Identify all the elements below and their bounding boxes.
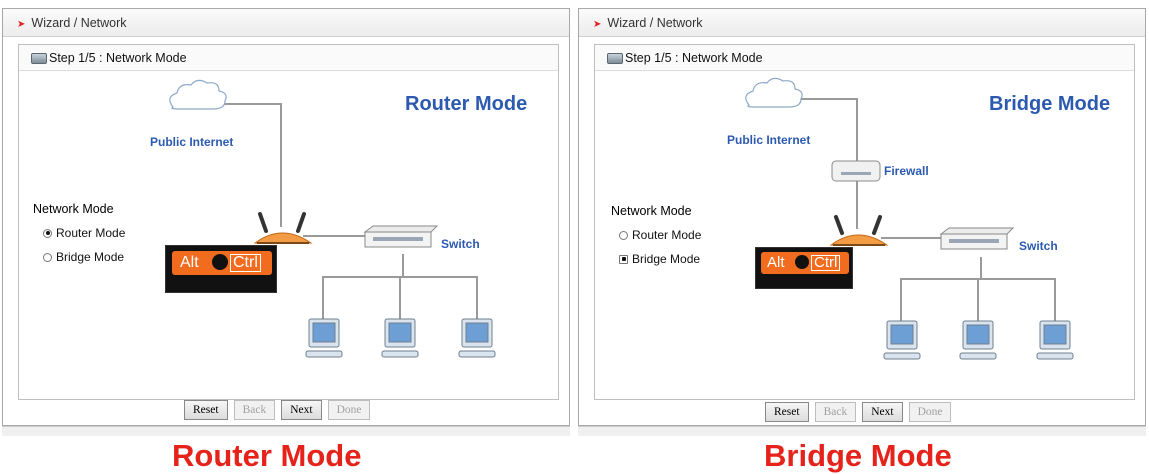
switch-icon (363, 225, 439, 248)
network-diagram (745, 77, 1074, 360)
wizard-panel-router: ➤ Wizard / Network Step 1/5 : Network Mod… (2, 8, 570, 426)
done-button[interactable]: Done (327, 400, 371, 420)
switch-icon (939, 227, 1015, 250)
network-diagram (169, 79, 496, 358)
caption-bridge-mode: Bridge Mode (764, 438, 952, 473)
firewall-icon (831, 160, 881, 182)
logo-right-text: Ctrl (811, 255, 841, 271)
router-icon (253, 212, 313, 244)
reset-button[interactable]: Reset (184, 400, 228, 420)
done-button[interactable]: Done (908, 402, 952, 422)
cloud-icon (169, 79, 227, 110)
scrollbar[interactable] (2, 426, 570, 436)
button-bar: Reset Back Next Done (184, 400, 371, 420)
logo-left-text: Alt (767, 254, 785, 271)
computer-icons (305, 318, 496, 358)
logo-right-text: Ctrl (230, 254, 261, 272)
back-button[interactable]: Back (233, 400, 276, 420)
scrollbar[interactable] (578, 426, 1146, 436)
wizard-panel-bridge: ➤ Wizard / Network Step 1/5 : Network Mod… (578, 8, 1146, 426)
reset-button[interactable]: Reset (765, 402, 809, 422)
caption-router-mode: Router Mode (172, 438, 362, 473)
altctrl-logo: Alt Ctrl (755, 247, 853, 289)
logo-mark-icon (795, 255, 809, 269)
logo-left-text: Alt (180, 254, 199, 271)
altctrl-logo: Alt Ctrl (165, 245, 277, 293)
next-button[interactable]: Next (281, 400, 322, 420)
logo-mark-icon (212, 254, 228, 270)
back-button[interactable]: Back (814, 402, 857, 422)
next-button[interactable]: Next (862, 402, 903, 422)
computer-icons (883, 320, 1074, 360)
router-icon (829, 215, 889, 246)
button-bar: Reset Back Next Done (765, 402, 952, 422)
cloud-icon (745, 77, 803, 108)
